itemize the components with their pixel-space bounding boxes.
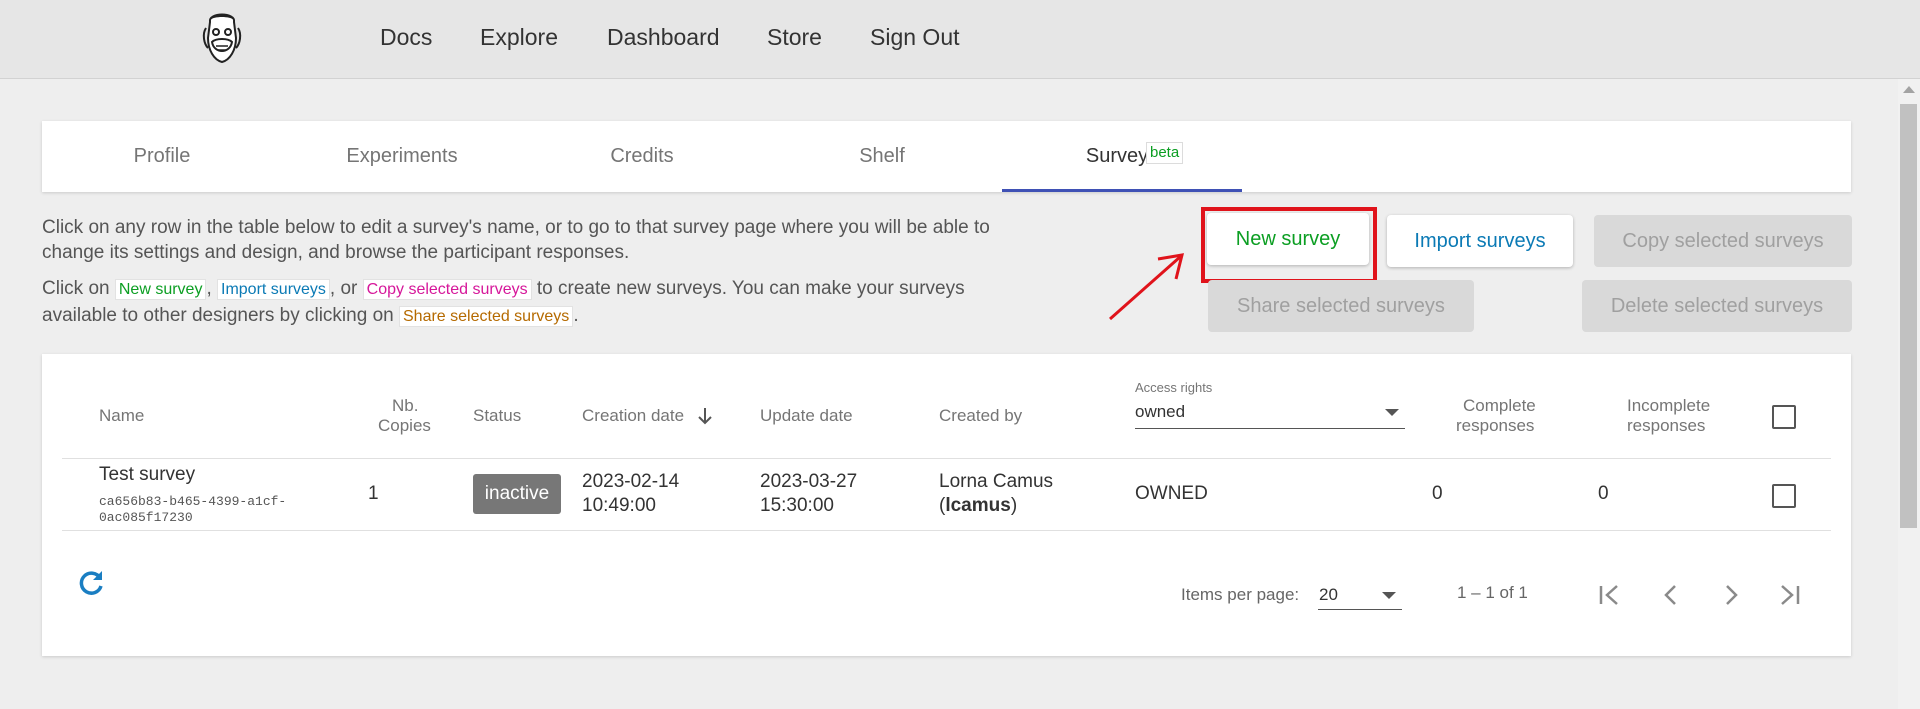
- chip-new-survey: New survey: [114, 279, 207, 300]
- row-complete-responses: 0: [1432, 483, 1443, 504]
- paren-close: ): [1010, 495, 1018, 516]
- annotation-arrow-icon: [1109, 253, 1185, 321]
- header-complete-line1: Complete: [1463, 396, 1536, 415]
- nav-explore[interactable]: Explore: [480, 22, 558, 52]
- row-update-time: 15:30:00: [760, 495, 834, 516]
- chip-share-selected: Share selected surveys: [399, 306, 574, 327]
- sort-descending-icon[interactable]: [697, 406, 713, 426]
- annotation-highlight-box: [1201, 207, 1377, 283]
- tab-shelf[interactable]: Shelf: [762, 121, 1002, 192]
- username: lcamus: [945, 495, 1011, 516]
- items-per-page-underline: [1318, 609, 1402, 610]
- tab-bar: Profile Experiments Credits Shelf Survey…: [42, 121, 1851, 192]
- items-per-page-select[interactable]: 20: [1319, 583, 1338, 607]
- copy-selected-surveys-button[interactable]: Copy selected surveys: [1594, 215, 1852, 267]
- row-incomplete-responses: 0: [1598, 483, 1609, 504]
- header-creation-date[interactable]: Creation date: [582, 406, 684, 426]
- nav-dashboard[interactable]: Dashboard: [607, 22, 720, 52]
- description-text: to create new surveys. You can make your…: [536, 278, 965, 299]
- row-update-date: 2023-03-27: [760, 471, 858, 492]
- share-selected-surveys-button[interactable]: Share selected surveys: [1208, 280, 1474, 332]
- header-name[interactable]: Name: [99, 406, 144, 426]
- nav-sign-out[interactable]: Sign Out: [870, 22, 960, 52]
- header-created-by[interactable]: Created by: [939, 406, 1022, 426]
- description-text: Click on: [42, 278, 110, 299]
- row-survey-id-line1: ca656b83-b465-4399-a1cf-: [99, 494, 287, 509]
- row-copies: 1: [368, 483, 379, 504]
- select-all-checkbox[interactable]: [1772, 405, 1796, 429]
- header-incomplete-line2: responses: [1627, 416, 1706, 435]
- last-page-icon[interactable]: [1776, 582, 1802, 608]
- chevron-down-icon[interactable]: [1385, 409, 1399, 416]
- nav-docs[interactable]: Docs: [380, 22, 432, 52]
- chip-import-surveys: Import surveys: [217, 279, 330, 300]
- row-checkbox[interactable]: [1772, 484, 1796, 508]
- next-page-icon[interactable]: [1718, 582, 1744, 608]
- tab-credits[interactable]: Credits: [522, 121, 762, 192]
- previous-page-icon[interactable]: [1658, 582, 1684, 608]
- header-copies-line1: Nb.: [392, 396, 419, 415]
- description-text: , or: [329, 278, 358, 299]
- delete-selected-surveys-button[interactable]: Delete selected surveys: [1582, 280, 1852, 332]
- logo-icon[interactable]: [198, 8, 246, 66]
- items-per-page-label: Items per page:: [1181, 585, 1300, 604]
- row-creation-date: 2023-02-14: [582, 471, 680, 492]
- nav-store[interactable]: Store: [767, 22, 822, 52]
- access-rights-underline: [1135, 428, 1405, 429]
- row-survey-name[interactable]: Test survey: [99, 463, 195, 487]
- header-copies-line2: Copies: [378, 416, 431, 435]
- description-text: .: [573, 305, 579, 326]
- row-creator-username: (lcamus): [939, 494, 1017, 518]
- row-creation-time: 10:49:00: [582, 495, 656, 516]
- status-badge: inactive: [473, 474, 561, 514]
- header-status[interactable]: Status: [473, 406, 521, 426]
- description-line-1: Click on any row in the table below to e…: [42, 217, 990, 238]
- description-line-2: change its settings and design, and brow…: [42, 242, 630, 263]
- tab-experiments[interactable]: Experiments: [282, 121, 522, 192]
- header-update-date[interactable]: Update date: [760, 406, 853, 426]
- row-access-rights: OWNED: [1135, 483, 1208, 504]
- beta-badge: beta: [1146, 142, 1184, 164]
- active-tab-indicator: [1002, 189, 1242, 192]
- top-navbar: Docs Explore Dashboard Store Sign Out: [0, 0, 1920, 79]
- tab-surveys[interactable]: Surveys: [1002, 121, 1242, 192]
- header-complete-line2: responses: [1456, 416, 1535, 435]
- first-page-icon[interactable]: [1597, 582, 1623, 608]
- access-rights-select[interactable]: owned: [1135, 400, 1185, 424]
- description-line-4: available to other designers by clicking…: [42, 303, 579, 329]
- refresh-icon[interactable]: [78, 568, 106, 596]
- row-creator-name: Lorna Camus: [939, 471, 1054, 492]
- description-text: ,: [206, 278, 212, 299]
- row-divider: [62, 530, 1831, 531]
- description-line-3: Click on New survey, Import surveys, or …: [42, 276, 965, 302]
- chevron-down-icon[interactable]: [1382, 592, 1396, 599]
- import-surveys-button[interactable]: Import surveys: [1387, 215, 1573, 267]
- header-incomplete-line1: Incomplete: [1627, 396, 1711, 415]
- description-text: available to other designers by clicking…: [42, 305, 394, 326]
- pagination-range: 1 – 1 of 1: [1457, 583, 1528, 602]
- scroll-up-arrow-icon[interactable]: [1903, 86, 1915, 93]
- scrollbar-thumb[interactable]: [1900, 104, 1917, 528]
- tab-profile[interactable]: Profile: [42, 121, 282, 192]
- row-survey-id-line2: 0ac085f17230: [99, 510, 193, 525]
- access-rights-label: Access rights: [1135, 380, 1213, 395]
- chip-copy-selected: Copy selected surveys: [362, 279, 532, 300]
